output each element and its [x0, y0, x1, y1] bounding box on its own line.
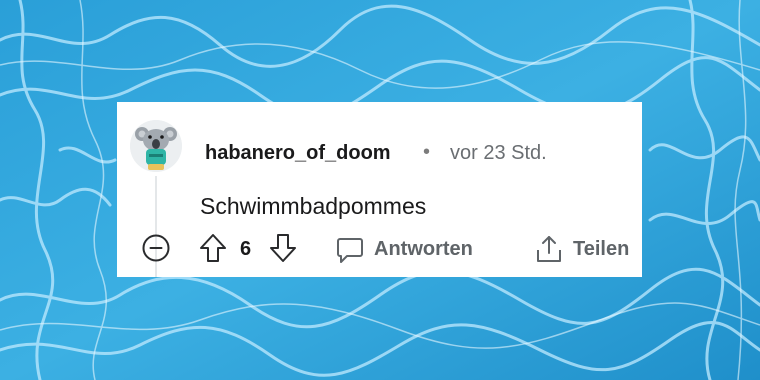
- koala-avatar-icon: [130, 120, 182, 172]
- comment-card: habanero_of_doom • vor 23 Std. Schwimmba…: [117, 102, 642, 277]
- avatar[interactable]: [130, 120, 182, 172]
- arrow-up-icon: [200, 234, 226, 262]
- upvote-button[interactable]: [199, 233, 227, 263]
- speech-bubble-icon: [337, 238, 363, 263]
- comment-actions: 6 Antworten Teilen: [117, 230, 642, 270]
- reply-button[interactable]: Antworten: [336, 232, 486, 266]
- comment-username[interactable]: habanero_of_doom: [205, 142, 391, 165]
- collapse-button[interactable]: [142, 234, 170, 262]
- vote-score: 6: [240, 238, 252, 260]
- comment-timestamp[interactable]: vor 23 Std.: [450, 142, 547, 165]
- share-icon: [537, 236, 561, 262]
- share-label: Teilen: [573, 238, 630, 260]
- share-button[interactable]: Teilen: [535, 232, 640, 266]
- arrow-down-icon: [270, 234, 296, 262]
- downvote-button[interactable]: [269, 233, 297, 263]
- minus-circle-icon: [142, 234, 170, 262]
- separator-dot: •: [423, 141, 431, 163]
- comment-body: Schwimmbadpommes: [200, 193, 427, 219]
- reply-label: Antworten: [374, 238, 473, 260]
